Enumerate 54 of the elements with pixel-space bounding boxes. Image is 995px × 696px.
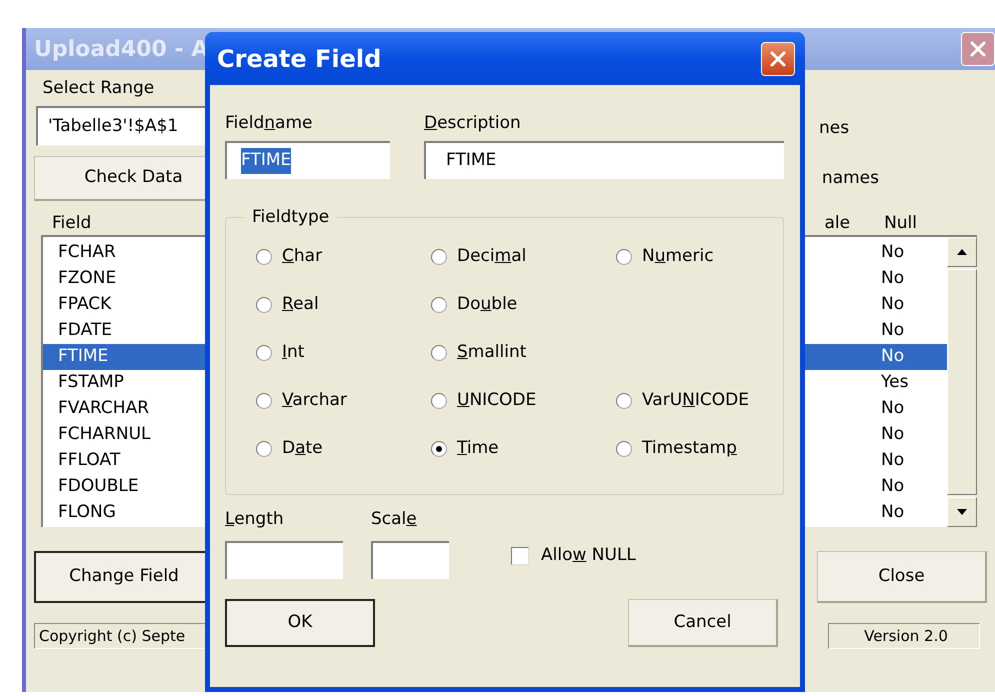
radio-button[interactable] <box>431 296 447 313</box>
checkbox-label: names <box>822 166 879 190</box>
radio-label[interactable]: Decimal <box>457 244 526 270</box>
column-header: Null <box>884 212 917 235</box>
radio-label[interactable]: UNICODE <box>457 388 536 414</box>
column-header: ale <box>824 212 850 235</box>
radio-button[interactable] <box>616 392 632 409</box>
radio-label[interactable]: Varchar <box>282 388 347 414</box>
radio-label[interactable]: Date <box>282 436 323 462</box>
radio-label[interactable]: Timestamp <box>642 436 737 462</box>
radio-button[interactable] <box>256 296 272 313</box>
radio-label[interactable]: Real <box>282 292 319 318</box>
close-button[interactable]: Close <box>817 550 987 603</box>
close-button[interactable] <box>761 42 795 76</box>
radio-label[interactable]: Numeric <box>642 244 714 270</box>
radio-button[interactable] <box>256 344 272 361</box>
radio-button[interactable] <box>431 344 447 361</box>
radio-label[interactable]: Smallint <box>457 340 526 366</box>
radio-button[interactable] <box>431 392 447 409</box>
close-button[interactable] <box>961 32 995 66</box>
radio-button[interactable] <box>616 248 632 265</box>
description-field[interactable]: FTIME <box>424 140 784 179</box>
radio-button[interactable] <box>256 248 272 265</box>
radio-button[interactable] <box>616 440 632 457</box>
scrollbar[interactable] <box>947 236 977 527</box>
radio-label[interactable]: Double <box>457 292 518 318</box>
status-text: Version 2.0 <box>828 622 980 649</box>
checkbox-label[interactable]: Allow NULL <box>541 543 636 569</box>
radio-label[interactable]: Char <box>282 244 322 270</box>
close-icon[interactable] <box>769 50 787 68</box>
fieldname-field[interactable]: FTIME <box>225 140 390 179</box>
scale-field[interactable] <box>371 540 449 579</box>
radio-label[interactable]: Int <box>282 340 304 366</box>
ok-button[interactable]: OK <box>225 598 375 647</box>
radio-button[interactable] <box>431 248 447 265</box>
length-field[interactable] <box>225 540 343 579</box>
scroll-down-icon[interactable] <box>957 508 967 515</box>
checkbox-label: nes <box>819 117 849 140</box>
scroll-up-icon[interactable] <box>957 248 967 255</box>
radio-label[interactable]: VarUNICODE <box>642 388 749 414</box>
radio-button[interactable] <box>431 440 447 457</box>
field-label: Scale <box>371 508 418 531</box>
radio-label[interactable]: Time <box>457 436 499 462</box>
cancel-button[interactable]: Cancel <box>628 598 778 647</box>
field-label: Description <box>424 112 522 135</box>
checkbox[interactable] <box>511 547 529 565</box>
field-label: Select Range <box>42 77 156 100</box>
column-header: Field <box>52 212 92 235</box>
field-label: Fieldname <box>225 112 314 135</box>
radio-button[interactable] <box>256 440 272 457</box>
radio-button[interactable] <box>256 392 272 409</box>
close-icon[interactable] <box>969 40 987 58</box>
dialog-title: Create Field <box>217 44 382 74</box>
field-label: Length <box>225 508 285 531</box>
